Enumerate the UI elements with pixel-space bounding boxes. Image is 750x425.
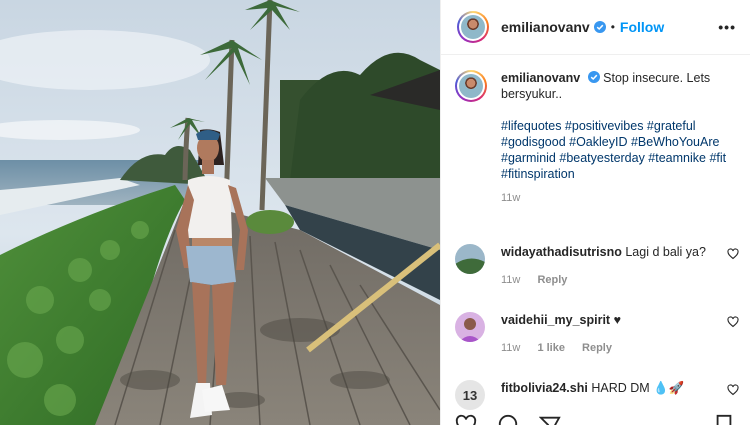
caption-username[interactable]: emilianovanv [501, 71, 580, 85]
share-icon[interactable] [539, 414, 561, 425]
comment-text: Lagi d bali ya? [625, 245, 706, 259]
comment-body: widayathadisutrisno Lagi d bali ya? [501, 244, 745, 260]
comment-avatar-number: 13 [462, 387, 478, 403]
comment-text: ♥ [613, 313, 621, 327]
caption-avatar[interactable] [455, 70, 487, 102]
comment-meta: 11w 1 like Reply [501, 342, 745, 354]
verified-badge-icon [593, 21, 606, 33]
caption-text-block: emilianovanv Stop insecure. Lets bersyuk… [501, 70, 740, 102]
verified-badge-icon [587, 71, 600, 83]
reply-button[interactable]: Reply [537, 274, 567, 286]
comment-icon[interactable] [497, 414, 519, 425]
caption-hashtags[interactable]: #lifequotes #positivevibes #grateful #go… [501, 118, 740, 182]
comment-text: HARD DM 💧🚀 [591, 381, 685, 395]
caption: emilianovanv Stop insecure. Lets bersyuk… [455, 70, 740, 204]
author-avatar[interactable] [457, 11, 489, 43]
comment-time[interactable]: 11w [501, 274, 520, 286]
follow-button[interactable]: Follow [620, 19, 664, 35]
comment-time[interactable]: 11w [501, 342, 520, 354]
comment-username[interactable]: fitbolivia24.shi [501, 381, 588, 395]
comment-avatar[interactable] [455, 244, 485, 274]
post-image [0, 0, 440, 425]
comment-likes[interactable]: 1 like [537, 342, 565, 354]
post-panel: emilianovanv • Follow ••• emilianovanv S… [440, 0, 750, 425]
comment-meta: 11w Reply [501, 274, 745, 286]
post-header: emilianovanv • Follow ••• [441, 0, 750, 55]
caption-time[interactable]: 11w [501, 192, 740, 204]
comment-body: vaidehii_my_spirit ♥ [501, 312, 745, 328]
author-username[interactable]: emilianovanv [501, 19, 590, 35]
post-photo[interactable] [0, 0, 440, 425]
comment-item: 13 fitbolivia24.shi HARD DM 💧🚀 [455, 380, 745, 410]
like-heart-icon[interactable] [727, 384, 739, 396]
reply-button[interactable]: Reply [582, 342, 612, 354]
like-heart-icon[interactable] [455, 414, 477, 425]
comment-avatar[interactable] [455, 312, 485, 342]
more-options-icon[interactable]: ••• [718, 19, 736, 35]
save-bookmark-icon[interactable] [713, 414, 735, 425]
comment-item: vaidehii_my_spirit ♥ 11w 1 like Reply [455, 312, 745, 354]
comment-body: fitbolivia24.shi HARD DM 💧🚀 [501, 380, 745, 396]
comment-username[interactable]: vaidehii_my_spirit [501, 313, 610, 327]
action-bar [455, 414, 732, 425]
instagram-post: emilianovanv • Follow ••• emilianovanv S… [0, 0, 750, 425]
comment-item: widayathadisutrisno Lagi d bali ya? 11w … [455, 244, 745, 286]
comment-username[interactable]: widayathadisutrisno [501, 245, 622, 259]
like-heart-icon[interactable] [727, 316, 739, 328]
like-heart-icon[interactable] [727, 248, 739, 260]
separator-dot: • [610, 20, 615, 34]
comment-avatar[interactable]: 13 [455, 380, 485, 410]
